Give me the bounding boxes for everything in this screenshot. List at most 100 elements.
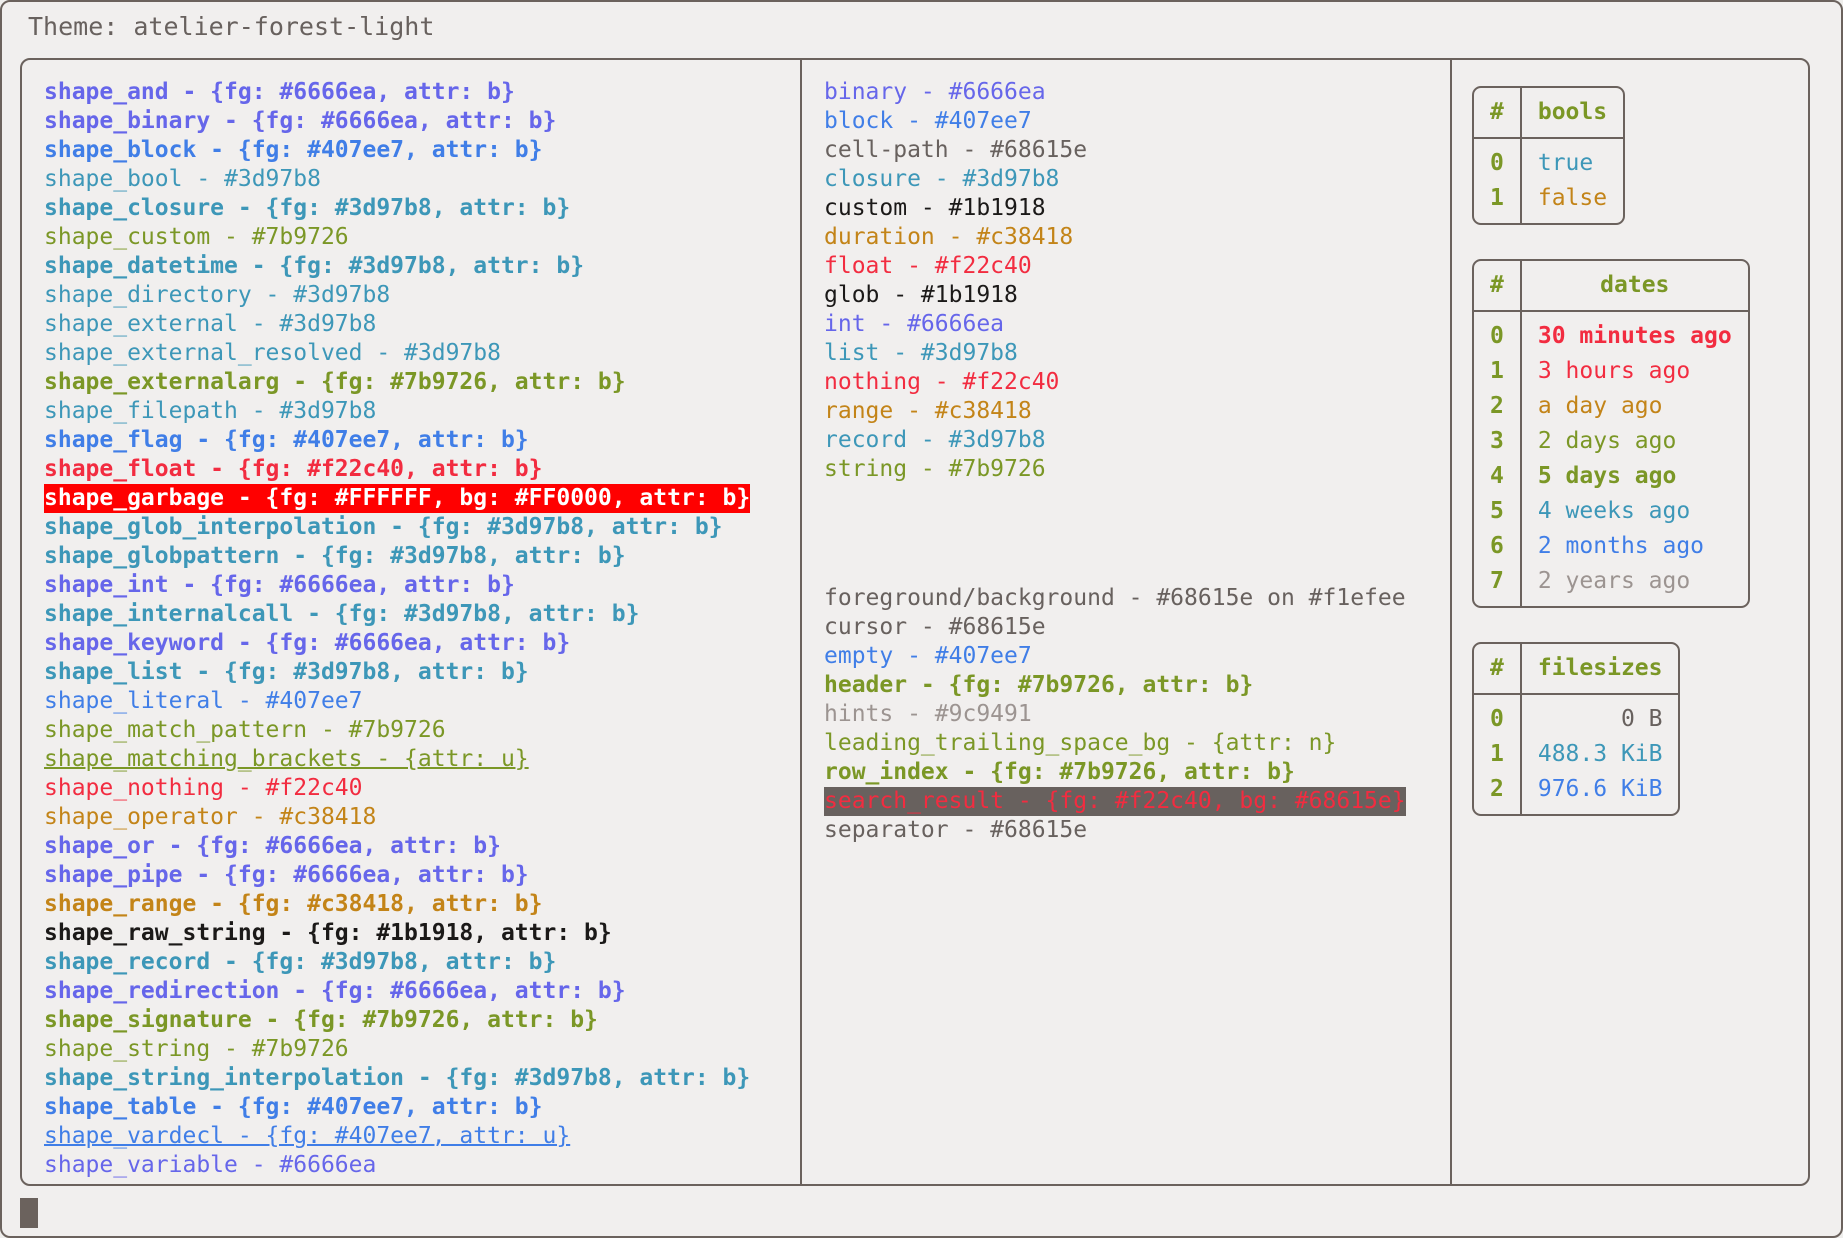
table-row: 2 976.6 KiB xyxy=(1474,772,1678,814)
row-value: 0 B xyxy=(1620,706,1663,732)
row-index: 0 xyxy=(1474,695,1522,737)
shapes-line: shape_table - {fg: #407ee7, attr: b} xyxy=(44,1094,543,1120)
ui-line: search_result - {fg: #f22c40, bg: #68615… xyxy=(824,787,1406,816)
row-index: 1 xyxy=(1474,737,1522,772)
column-header-index: # xyxy=(1474,644,1522,695)
row-index: 1 xyxy=(1474,354,1522,389)
row-value: a day ago xyxy=(1537,393,1663,419)
table-filesizes: # filesizes 0 0 B 1 488.3 KiB 2 976.6 KiB xyxy=(1472,642,1681,816)
types-line: closure - #3d97b8 xyxy=(824,166,1060,192)
ui-line: cursor - #68615e xyxy=(824,614,1046,640)
row-index: 2 xyxy=(1474,772,1522,814)
shapes-line: shape_literal - #407ee7 xyxy=(44,688,363,714)
preview-frame: shape_and - {fg: #6666ea, attr: b} shape_… xyxy=(20,58,1810,1186)
types-line: string - #7b9726 xyxy=(824,456,1046,482)
row-value: false xyxy=(1537,185,1608,211)
shapes-line: shape_redirection - {fg: #6666ea, attr: … xyxy=(44,978,626,1004)
table-row: 1 false xyxy=(1474,181,1623,223)
shapes-line: shape_globpattern - {fg: #3d97b8, attr: … xyxy=(44,543,626,569)
shapes-line: shape_custom - #7b9726 xyxy=(44,224,349,250)
shapes-line: shape_list - {fg: #3d97b8, attr: b} xyxy=(44,659,529,685)
shapes-line: shape_vardecl - {fg: #407ee7, attr: u} xyxy=(44,1123,571,1149)
table-row: 5 4 weeks ago xyxy=(1474,494,1748,529)
column-header-index: # xyxy=(1474,261,1522,312)
types-line: glob - #1b1918 xyxy=(824,282,1018,308)
row-index: 0 xyxy=(1474,312,1522,354)
table-row: 6 2 months ago xyxy=(1474,529,1748,564)
types-line: list - #3d97b8 xyxy=(824,340,1018,366)
table-header-row: # filesizes xyxy=(1474,644,1679,695)
shapes-line: shape_filepath - #3d97b8 xyxy=(44,398,377,424)
types-line: record - #3d97b8 xyxy=(824,427,1046,453)
shapes-column: shape_and - {fg: #6666ea, attr: b} shape_… xyxy=(22,60,802,1184)
ui-line: foreground/background - #68615e on #f1ef… xyxy=(824,585,1406,611)
row-index: 1 xyxy=(1474,181,1522,223)
table-header-row: # bools xyxy=(1474,88,1624,139)
row-index: 4 xyxy=(1474,459,1522,494)
shapes-line: shape_string - #7b9726 xyxy=(44,1036,349,1062)
column-header-value: dates xyxy=(1521,261,1748,312)
types-line: block - #407ee7 xyxy=(824,108,1032,134)
ui-line: empty - #407ee7 xyxy=(824,643,1032,669)
shapes-line: shape_nothing - #f22c40 xyxy=(44,775,363,801)
shapes-line: shape_directory - #3d97b8 xyxy=(44,282,391,308)
types-line: duration - #c38418 xyxy=(824,224,1074,250)
table-row: 4 5 days ago xyxy=(1474,459,1748,494)
shapes-line: shape_externalarg - {fg: #7b9726, attr: … xyxy=(44,369,626,395)
row-index: 6 xyxy=(1474,529,1522,564)
types-line: float - #f22c40 xyxy=(824,253,1032,279)
shapes-line: shape_pipe - {fg: #6666ea, attr: b} xyxy=(44,862,529,888)
row-value: 5 days ago xyxy=(1537,463,1677,489)
ui-line: separator - #68615e xyxy=(824,817,1088,843)
table-row: 0 0 B xyxy=(1474,695,1678,737)
ui-line: leading_trailing_space_bg - {attr: n} xyxy=(824,730,1337,756)
types-line: range - #c38418 xyxy=(824,398,1032,424)
row-value: 4 weeks ago xyxy=(1537,498,1691,524)
theme-preview-window: Theme: atelier-forest-light shape_and - … xyxy=(0,0,1843,1238)
table-bools: # bools 0 true 1 false xyxy=(1472,86,1626,225)
row-index: 2 xyxy=(1474,389,1522,424)
sample-tables: # bools 0 true 1 false # dates 0 30 minutes ago 1 3… xyxy=(1452,72,1808,816)
table-row: 7 2 years ago xyxy=(1474,564,1748,606)
table-row: 0 true xyxy=(1474,139,1623,181)
row-value: 2 months ago xyxy=(1537,533,1705,559)
shapes-line: shape_closure - {fg: #3d97b8, attr: b} xyxy=(44,195,571,221)
shapes-line: shape_garbage - {fg: #FFFFFF, bg: #FF000… xyxy=(44,484,751,513)
shapes-line: shape_float - {fg: #f22c40, attr: b} xyxy=(44,456,543,482)
row-value: 2 days ago xyxy=(1537,428,1677,454)
shapes-line: shape_raw_string - {fg: #1b1918, attr: b… xyxy=(44,920,612,946)
shapes-line: shape_signature - {fg: #7b9726, attr: b} xyxy=(44,1007,598,1033)
shapes-line: shape_variable - #6666ea xyxy=(44,1152,377,1178)
table-row: 1 3 hours ago xyxy=(1474,354,1748,389)
ui-elements-list: foreground/background - #68615e on #f1ef… xyxy=(802,484,1450,845)
column-header-value: bools xyxy=(1521,88,1624,139)
shapes-line: shape_range - {fg: #c38418, attr: b} xyxy=(44,891,543,917)
row-index: 0 xyxy=(1474,139,1522,181)
shapes-line: shape_external_resolved - #3d97b8 xyxy=(44,340,501,366)
table-row: 2 a day ago xyxy=(1474,389,1748,424)
types-line: nothing - #f22c40 xyxy=(824,369,1060,395)
shapes-line: shape_internalcall - {fg: #3d97b8, attr:… xyxy=(44,601,640,627)
shapes-line: shape_record - {fg: #3d97b8, attr: b} xyxy=(44,949,557,975)
shapes-line: shape_flag - {fg: #407ee7, attr: b} xyxy=(44,427,529,453)
terminal-cursor xyxy=(20,1198,38,1228)
row-value: 976.6 KiB xyxy=(1537,776,1663,802)
column-header-value: filesizes xyxy=(1521,644,1679,695)
row-index: 7 xyxy=(1474,564,1522,606)
ui-line: row_index - {fg: #7b9726, attr: b} xyxy=(824,759,1295,785)
table-row: 3 2 days ago xyxy=(1474,424,1748,459)
table-header-row: # dates xyxy=(1474,261,1748,312)
shapes-line: shape_external - #3d97b8 xyxy=(44,311,377,337)
types-column: binary - #6666ea block - #407ee7 cell-path… xyxy=(802,60,1452,1184)
shapes-line: shape_datetime - {fg: #3d97b8, attr: b} xyxy=(44,253,585,279)
shapes-line: shape_and - {fg: #6666ea, attr: b} xyxy=(44,79,515,105)
row-value: 2 years ago xyxy=(1537,568,1691,594)
types-line: binary - #6666ea xyxy=(824,79,1046,105)
row-value: 3 hours ago xyxy=(1537,358,1691,384)
types-line: int - #6666ea xyxy=(824,311,1005,337)
shapes-line: shape_glob_interpolation - {fg: #3d97b8,… xyxy=(44,514,723,540)
shapes-line: shape_matching_brackets - {attr: u} xyxy=(44,746,529,772)
shapes-line: shape_keyword - {fg: #6666ea, attr: b} xyxy=(44,630,571,656)
shapes-line: shape_match_pattern - #7b9726 xyxy=(44,717,446,743)
shapes-line: shape_block - {fg: #407ee7, attr: b} xyxy=(44,137,543,163)
